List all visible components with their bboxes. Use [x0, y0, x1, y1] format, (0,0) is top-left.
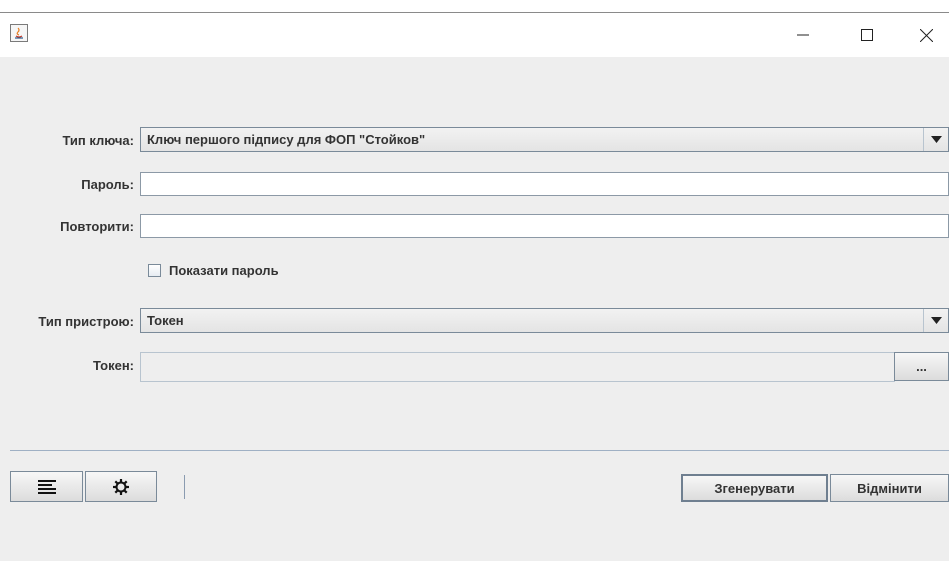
java-app-icon — [10, 24, 28, 42]
device-type-label: Тип пристрою: — [38, 314, 134, 329]
token-field — [140, 352, 895, 382]
maximize-icon — [861, 29, 873, 41]
password-label: Пароль: — [81, 177, 134, 192]
close-icon — [919, 28, 933, 42]
key-type-value: Ключ першого підпису для ФОП "Стойков" — [147, 132, 426, 147]
footer-separator — [10, 450, 949, 451]
toolbar-divider — [184, 475, 185, 499]
log-button[interactable] — [10, 471, 83, 502]
key-type-select[interactable]: Ключ першого підпису для ФОП "Стойков" — [140, 127, 949, 152]
settings-button[interactable] — [85, 471, 157, 502]
password-input[interactable] — [141, 173, 948, 195]
device-type-select[interactable]: Токен — [140, 308, 949, 333]
show-password-label[interactable]: Показати пароль — [169, 263, 279, 278]
close-button[interactable] — [903, 13, 949, 57]
gear-icon — [113, 478, 129, 495]
chevron-down-icon — [930, 136, 942, 143]
password-field[interactable] — [140, 172, 949, 196]
browse-token-button[interactable]: ... — [894, 352, 949, 381]
maximize-button[interactable] — [844, 13, 890, 57]
chevron-down-icon — [930, 317, 942, 324]
repeat-password-field[interactable] — [140, 214, 949, 238]
device-type-value: Токен — [147, 313, 184, 328]
key-type-label: Тип ключа: — [62, 133, 134, 148]
dialog-window: Тип ключа: Ключ першого підпису для ФОП … — [0, 12, 949, 561]
generate-button[interactable]: Згенерувати — [681, 474, 828, 502]
list-icon — [37, 479, 56, 494]
key-type-dropdown-button[interactable] — [923, 128, 948, 151]
show-password-checkbox[interactable] — [148, 264, 161, 277]
cancel-button[interactable]: Відмінити — [830, 474, 949, 502]
device-type-dropdown-button[interactable] — [923, 309, 948, 332]
title-bar — [0, 13, 949, 57]
minimize-button[interactable] — [780, 13, 826, 57]
repeat-password-label: Повторити: — [60, 219, 134, 234]
token-label: Токен: — [93, 358, 134, 373]
minimize-icon — [797, 34, 809, 36]
repeat-password-input[interactable] — [141, 215, 948, 237]
